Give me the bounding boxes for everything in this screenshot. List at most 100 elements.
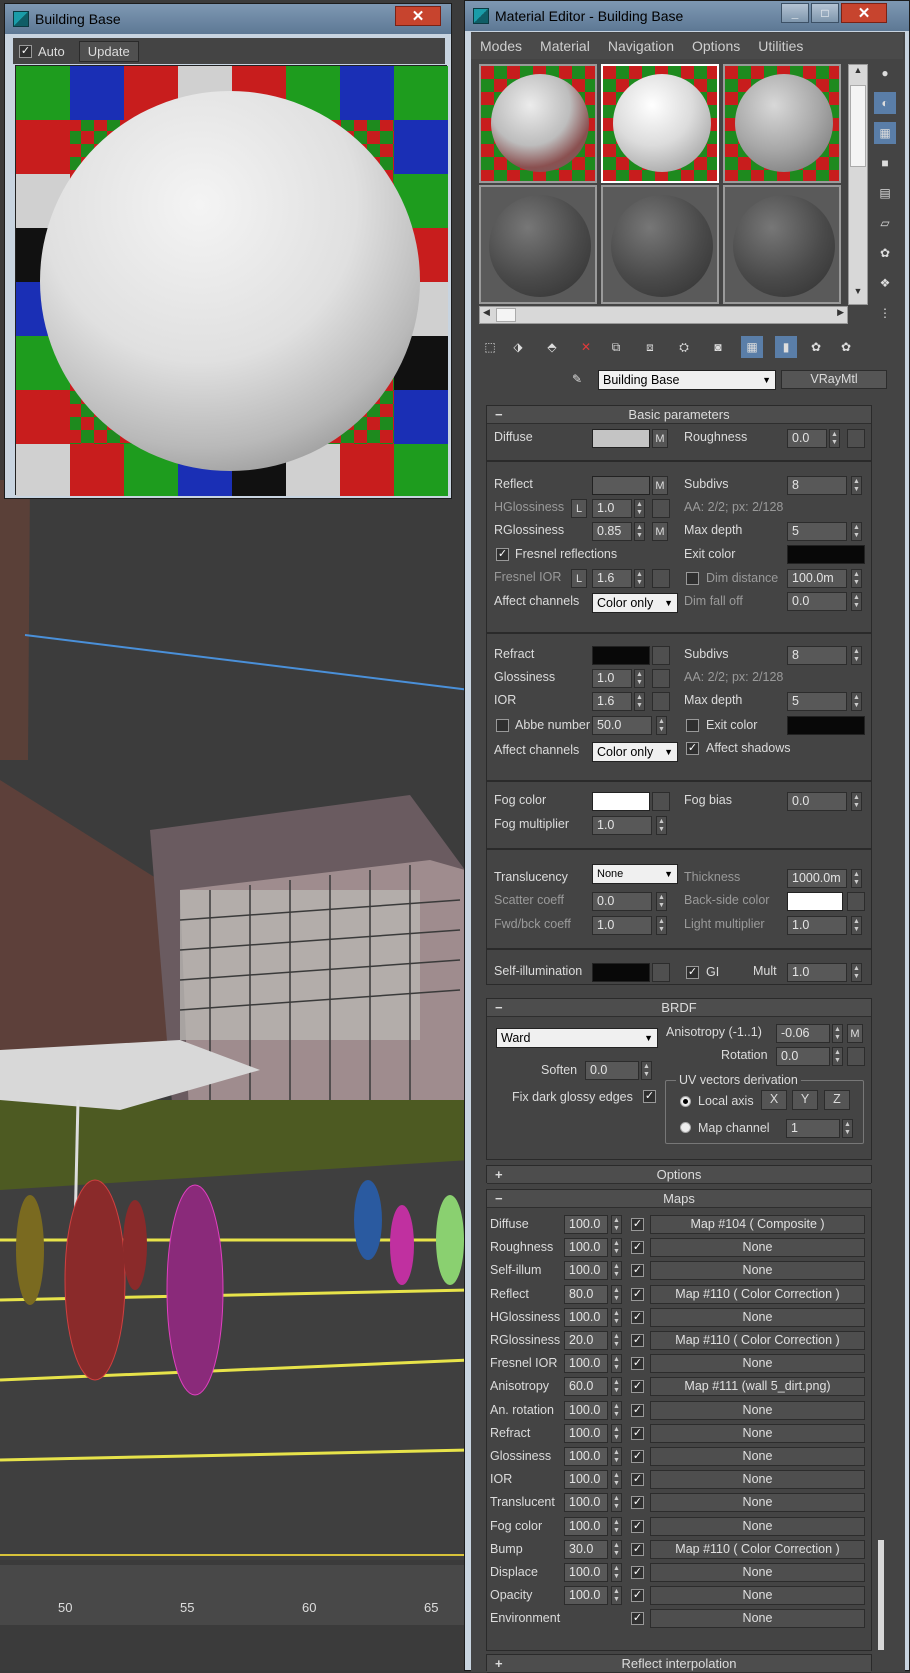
self-illumination-swatch[interactable] — [592, 963, 650, 982]
anisotropy-spinner[interactable]: ▲ ▼ — [832, 1024, 843, 1043]
map-slot-button[interactable]: None — [650, 1609, 865, 1628]
map-amount-spinner[interactable]: ▲ ▼ — [611, 1586, 622, 1605]
map-enable-checkbox[interactable]: ✓ — [631, 1496, 644, 1509]
map-amount-spinner[interactable]: ▲ ▼ — [611, 1308, 622, 1327]
map-slot-button[interactable]: None — [650, 1354, 865, 1373]
show-map-icon[interactable]: ▦ — [741, 336, 763, 358]
put-to-library-icon[interactable]: ⛭ — [673, 336, 695, 358]
diffuse-swatch[interactable] — [592, 429, 650, 448]
refract-subdivs-field[interactable]: 8 — [787, 646, 847, 665]
map-slot-button[interactable]: None — [650, 1470, 865, 1489]
update-button[interactable]: Update — [78, 40, 139, 62]
rotation-field[interactable]: 0.0 — [776, 1047, 830, 1066]
preview-close-button[interactable]: ✕ — [395, 6, 441, 26]
refract-exit-color-checkbox[interactable] — [686, 719, 699, 732]
dim-distance-field[interactable]: 100.0m — [787, 569, 847, 588]
mult-field[interactable]: 1.0 — [787, 963, 847, 982]
video-color-check-icon[interactable]: ▤ — [874, 182, 896, 204]
panel-scrollbar[interactable] — [878, 1540, 884, 1650]
assign-to-selection-icon[interactable]: ⬘ — [541, 336, 563, 358]
reflect-affect-channels-dropdown[interactable]: Color only — [592, 593, 678, 613]
map-amount-spinner[interactable]: ▲ ▼ — [611, 1493, 622, 1512]
local-axis-radio[interactable] — [680, 1096, 691, 1107]
map-slot-button[interactable]: None — [650, 1238, 865, 1257]
map-slot-button[interactable]: None — [650, 1493, 865, 1512]
fwd-bck-coeff-field[interactable]: 1.0 — [592, 916, 652, 935]
map-slot-button[interactable]: None — [650, 1424, 865, 1443]
map-amount-field[interactable]: 100.0 — [564, 1354, 608, 1373]
reflect-maxdepth-field[interactable]: 5 — [787, 522, 847, 541]
material-type-button[interactable]: VRayMtl — [781, 370, 887, 389]
scatter-coeff-field[interactable]: 0.0 — [592, 892, 652, 911]
go-to-parent-icon[interactable]: ✿ — [805, 336, 827, 358]
map-amount-field[interactable]: 100.0 — [564, 1586, 608, 1605]
sample-slot[interactable] — [723, 64, 841, 183]
map-amount-field[interactable]: 100.0 — [564, 1238, 608, 1257]
map-amount-field[interactable]: 100.0 — [564, 1447, 608, 1466]
reflect-maxdepth-spinner[interactable]: ▲ ▼ — [851, 522, 862, 541]
ior-map-button[interactable] — [652, 692, 670, 711]
reflect-subdivs-field[interactable]: 8 — [787, 476, 847, 495]
refract-swatch[interactable] — [592, 646, 650, 665]
menu-navigation[interactable]: Navigation — [599, 38, 683, 54]
map-amount-spinner[interactable]: ▲ ▼ — [611, 1401, 622, 1420]
map-channel-spinner[interactable]: ▲ ▼ — [842, 1119, 853, 1138]
make-unique-icon[interactable]: ⧈ — [639, 336, 661, 358]
map-slot-button[interactable]: Map #110 ( Color Correction ) — [650, 1285, 865, 1304]
fwd-bck-coeff-spinner[interactable]: ▲ ▼ — [656, 916, 667, 935]
mult-spinner[interactable]: ▲ ▼ — [851, 963, 862, 982]
map-amount-field[interactable]: 30.0 — [564, 1540, 608, 1559]
map-amount-field[interactable]: 100.0 — [564, 1401, 608, 1420]
map-amount-field[interactable]: 20.0 — [564, 1331, 608, 1350]
fresnel-ior-lock-button[interactable]: L — [571, 569, 587, 588]
map-amount-spinner[interactable]: ▲ ▼ — [611, 1261, 622, 1280]
fresnel-ior-field[interactable]: 1.6 — [592, 569, 632, 588]
dim-distance-checkbox[interactable] — [686, 572, 699, 585]
map-slot-button[interactable]: None — [650, 1586, 865, 1605]
map-amount-spinner[interactable]: ▲ ▼ — [611, 1215, 622, 1234]
select-by-material-icon[interactable]: ❖ — [874, 272, 896, 294]
basic-parameters-header[interactable]: − Basic parameters — [487, 406, 871, 424]
sample-slot[interactable] — [601, 185, 719, 304]
translucency-dropdown[interactable]: None — [592, 864, 678, 884]
get-material-icon[interactable]: ⬚ — [479, 336, 501, 358]
refract-subdivs-spinner[interactable]: ▲ ▼ — [851, 646, 862, 665]
thickness-field[interactable]: 1000.0m — [787, 869, 847, 888]
map-slot-button[interactable]: None — [650, 1308, 865, 1327]
backside-color-swatch[interactable] — [787, 892, 843, 911]
map-amount-field[interactable]: 100.0 — [564, 1493, 608, 1512]
material-name-dropdown[interactable]: Building Base — [598, 370, 776, 390]
ior-spinner[interactable]: ▲ ▼ — [634, 692, 645, 711]
slots-vscrollbar[interactable]: ▲ ▼ — [848, 64, 868, 305]
map-slot-button[interactable]: Map #110 ( Color Correction ) — [650, 1540, 865, 1559]
abbe-spinner[interactable]: ▲ ▼ — [656, 716, 667, 735]
hglossiness-field[interactable]: 1.0 — [592, 499, 632, 518]
map-enable-checkbox[interactable]: ✓ — [631, 1264, 644, 1277]
map-channel-field[interactable]: 1 — [786, 1119, 840, 1138]
material-map-navigator-icon[interactable]: ⋮ — [874, 302, 896, 324]
map-amount-spinner[interactable]: ▲ ▼ — [611, 1354, 622, 1373]
map-enable-checkbox[interactable]: ✓ — [631, 1427, 644, 1440]
sample-slot[interactable] — [479, 64, 597, 183]
refract-maxdepth-field[interactable]: 5 — [787, 692, 847, 711]
map-amount-spinner[interactable]: ▲ ▼ — [611, 1331, 622, 1350]
glossiness-spinner[interactable]: ▲ ▼ — [634, 669, 645, 688]
map-amount-field[interactable]: 80.0 — [564, 1285, 608, 1304]
affect-shadows-checkbox[interactable]: ✓ — [686, 742, 699, 755]
eyedropper-icon[interactable]: ✎ — [566, 368, 588, 390]
dim-falloff-spinner[interactable]: ▲ ▼ — [851, 592, 862, 611]
map-slot-button[interactable]: None — [650, 1517, 865, 1536]
rotation-spinner[interactable]: ▲ ▼ — [832, 1047, 843, 1066]
fog-color-swatch[interactable] — [592, 792, 650, 811]
map-amount-field[interactable]: 100.0 — [564, 1563, 608, 1582]
map-enable-checkbox[interactable]: ✓ — [631, 1543, 644, 1556]
slots-hscrollbar[interactable]: ◀ ▶ — [479, 306, 848, 324]
map-amount-field[interactable]: 100.0 — [564, 1517, 608, 1536]
maximize-button[interactable]: □ — [811, 3, 839, 23]
map-slot-button[interactable]: Map #104 ( Composite ) — [650, 1215, 865, 1234]
glossiness-map-button[interactable] — [652, 669, 670, 688]
sample-slot[interactable] — [723, 185, 841, 304]
auto-checkbox[interactable]: ✓ — [19, 44, 32, 58]
map-enable-checkbox[interactable]: ✓ — [631, 1241, 644, 1254]
hglossiness-map-button[interactable] — [652, 499, 670, 518]
